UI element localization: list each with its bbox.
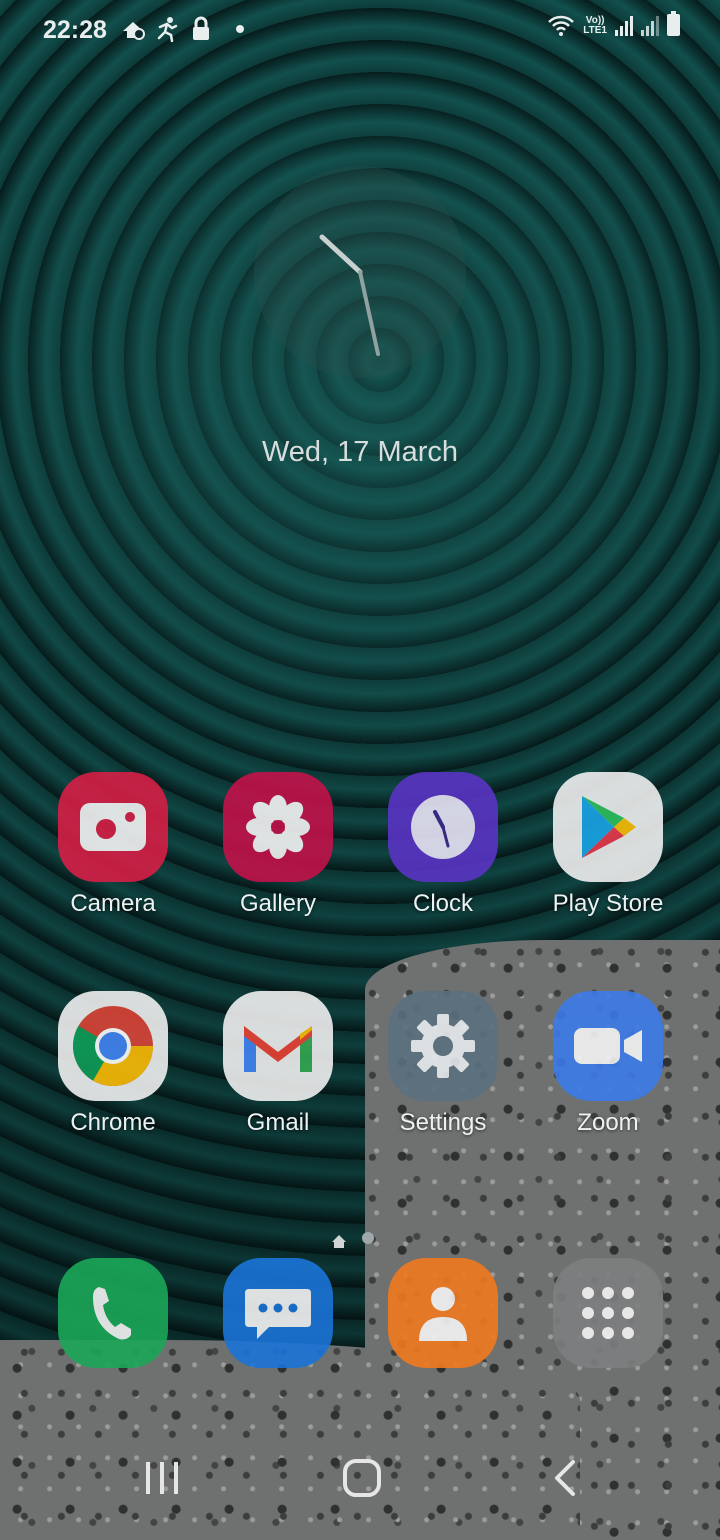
page-indicator[interactable] xyxy=(332,1232,374,1248)
navigation-bar xyxy=(0,1430,720,1520)
lte-label: LTE1 xyxy=(583,25,607,36)
home-button[interactable] xyxy=(332,1448,392,1508)
battery-icon xyxy=(667,11,680,36)
app-gallery[interactable]: Gallery xyxy=(203,772,353,918)
phone-icon xyxy=(58,1258,168,1368)
app-label: Gallery xyxy=(239,890,317,917)
dock-phone[interactable] xyxy=(38,1258,188,1368)
app-label: Play Store xyxy=(552,890,664,917)
camera-icon xyxy=(58,772,168,882)
app-label: Chrome xyxy=(70,1109,156,1136)
dock-messages[interactable] xyxy=(203,1258,353,1368)
app-gmail[interactable]: Gmail xyxy=(203,991,353,1137)
home-page-icon xyxy=(332,1234,346,1248)
message-icon xyxy=(223,1258,333,1368)
app-drawer-icon xyxy=(553,1258,663,1368)
app-label: Zoom xyxy=(577,1109,639,1136)
gmail-icon xyxy=(223,991,333,1101)
lock-icon xyxy=(193,16,209,40)
recents-icon xyxy=(146,1462,178,1494)
analog-clock-widget[interactable] xyxy=(254,166,466,378)
recents-button[interactable] xyxy=(132,1448,192,1508)
app-clock[interactable]: Clock xyxy=(368,772,518,918)
home-icon xyxy=(343,1459,381,1497)
app-label: Camera xyxy=(70,890,156,917)
app-settings[interactable]: Settings xyxy=(368,991,518,1137)
date-widget[interactable]: Wed, 17 March xyxy=(0,436,720,469)
app-chrome[interactable]: Chrome xyxy=(38,991,188,1137)
app-zoom[interactable]: Zoom xyxy=(533,991,683,1137)
notification-dot xyxy=(236,25,244,33)
back-button[interactable] xyxy=(534,1448,594,1508)
play-store-icon xyxy=(553,772,663,882)
runner-icon xyxy=(157,17,178,42)
app-play-store[interactable]: Play Store xyxy=(533,772,683,918)
back-icon xyxy=(555,1460,575,1496)
app-camera[interactable]: Camera xyxy=(38,772,188,918)
signal-icon xyxy=(615,14,633,36)
page-dot xyxy=(362,1232,374,1244)
video-camera-icon xyxy=(553,991,663,1101)
app-label: Settings xyxy=(399,1109,487,1136)
chrome-icon xyxy=(58,991,168,1101)
status-bar[interactable]: 22:28 Vo)) LTE1 xyxy=(0,0,720,60)
app-label: Clock xyxy=(412,890,473,917)
wifi-icon xyxy=(548,15,575,36)
app-label: Gmail xyxy=(246,1109,310,1136)
gallery-flower-icon xyxy=(223,772,333,882)
dock-app-drawer[interactable] xyxy=(533,1258,683,1368)
dock-contacts[interactable] xyxy=(368,1258,518,1368)
status-time: 22:28 xyxy=(43,16,107,44)
clock-hands-icon xyxy=(319,234,380,356)
gear-icon xyxy=(388,991,498,1101)
signal-icon xyxy=(641,14,659,36)
notification-icon xyxy=(123,22,145,40)
contacts-icon xyxy=(388,1258,498,1368)
clock-icon xyxy=(388,772,498,882)
